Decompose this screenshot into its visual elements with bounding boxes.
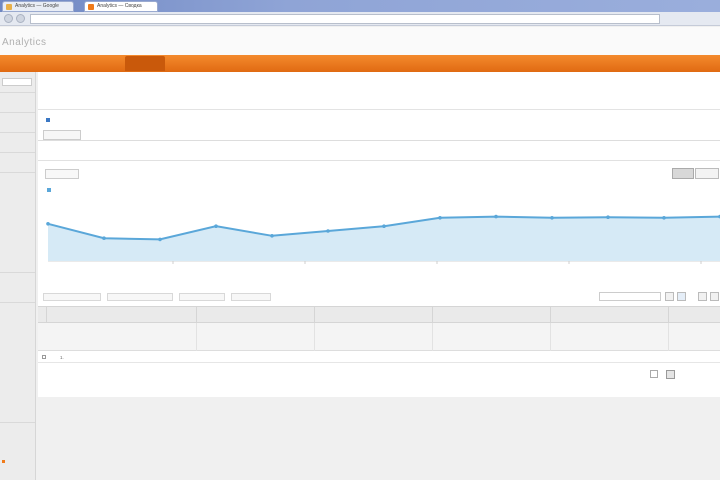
period-week-button[interactable] <box>695 168 719 179</box>
table-toolbar <box>38 280 720 290</box>
pagination <box>610 370 720 379</box>
total-cell <box>432 323 550 351</box>
total-subtext <box>315 328 427 330</box>
divider <box>0 172 35 173</box>
data-point[interactable] <box>46 222 50 226</box>
divider <box>0 272 35 273</box>
bar-view-icon[interactable] <box>710 292 719 301</box>
browser-tab[interactable]: Analytics — Google <box>2 1 74 12</box>
secondary-dimension-select[interactable] <box>107 293 173 301</box>
total-subtext <box>669 328 715 330</box>
data-point[interactable] <box>662 216 666 220</box>
search-icon[interactable] <box>665 292 674 301</box>
divider <box>38 140 720 141</box>
trend-chart <box>46 214 720 264</box>
sidebar-item-icon <box>2 460 5 463</box>
data-point[interactable] <box>270 234 274 238</box>
dimension-select[interactable] <box>43 293 101 301</box>
row-checkbox[interactable] <box>42 355 46 359</box>
data-point[interactable] <box>438 216 442 220</box>
row-index: 1. <box>60 355 64 360</box>
address-bar <box>0 12 720 26</box>
column-header[interactable] <box>46 307 196 324</box>
period-day-button[interactable] <box>672 168 694 179</box>
page-nav-button[interactable] <box>666 370 675 379</box>
browser-tab-active[interactable]: Analytics — Сводка <box>84 1 158 12</box>
rows-per-page-select[interactable] <box>650 370 658 378</box>
data-point[interactable] <box>382 224 386 228</box>
tab-favicon-icon <box>88 4 94 10</box>
metric-dropdown[interactable] <box>45 169 79 179</box>
divider <box>0 92 35 93</box>
divider <box>0 112 35 113</box>
divider <box>0 152 35 153</box>
table-row: 1. <box>38 352 720 363</box>
report-subtabs <box>43 100 720 109</box>
sidebar-search-input[interactable] <box>2 78 32 86</box>
data-point[interactable] <box>494 214 498 219</box>
table-cell <box>668 352 720 363</box>
forward-icon[interactable] <box>16 14 25 23</box>
data-point[interactable] <box>214 224 218 228</box>
total-cell <box>550 323 668 351</box>
divider <box>0 302 35 303</box>
table-cell <box>432 352 550 363</box>
column-header[interactable] <box>668 307 720 324</box>
table-header <box>38 306 720 324</box>
tab-home[interactable] <box>125 56 165 71</box>
chart-area <box>38 160 720 270</box>
table-cell <box>550 352 668 363</box>
back-icon[interactable] <box>4 14 13 23</box>
total-cell <box>196 323 314 351</box>
data-point[interactable] <box>102 236 106 240</box>
url-field[interactable] <box>30 14 660 24</box>
total-subtext <box>551 328 663 330</box>
table-cell <box>314 352 432 363</box>
sort-type-select[interactable] <box>179 293 225 301</box>
sidebar <box>0 72 36 480</box>
legend-swatch <box>47 188 51 192</box>
advanced-filter-select[interactable] <box>231 293 271 301</box>
main-nav-bar <box>0 55 720 72</box>
column-header[interactable] <box>432 307 550 324</box>
column-header[interactable] <box>314 307 432 324</box>
table-search-input[interactable] <box>599 292 661 301</box>
segment-checkbox[interactable] <box>46 118 50 122</box>
browser-tab-label: Analytics — Сводка <box>97 3 142 9</box>
total-cell <box>668 323 720 351</box>
app-header: Analytics <box>0 27 720 55</box>
total-subtext <box>433 328 545 330</box>
total-cell <box>314 323 432 351</box>
report-panel: 1. <box>38 72 720 397</box>
pie-view-icon[interactable] <box>698 292 707 301</box>
total-subtext <box>197 328 309 330</box>
browser-tab-label: Analytics — Google <box>15 3 59 9</box>
filter-row <box>43 292 720 302</box>
data-point[interactable] <box>158 237 162 242</box>
tab-favicon-icon <box>6 4 12 10</box>
table-cell <box>196 352 314 363</box>
data-point[interactable] <box>550 216 554 220</box>
totals-row <box>38 323 720 351</box>
column-header[interactable] <box>196 307 314 324</box>
explorer-tab[interactable] <box>43 130 81 140</box>
divider <box>0 422 35 423</box>
header-checkbox-cell <box>38 307 46 324</box>
app-logo: Analytics <box>2 37 47 48</box>
data-point[interactable] <box>326 229 330 233</box>
browser-tab-bar: Analytics — Google Analytics — Сводка <box>0 0 720 12</box>
divider <box>38 109 720 110</box>
data-point[interactable] <box>606 215 610 219</box>
column-header[interactable] <box>550 307 668 324</box>
grid-view-icon[interactable] <box>677 292 686 301</box>
divider <box>0 132 35 133</box>
